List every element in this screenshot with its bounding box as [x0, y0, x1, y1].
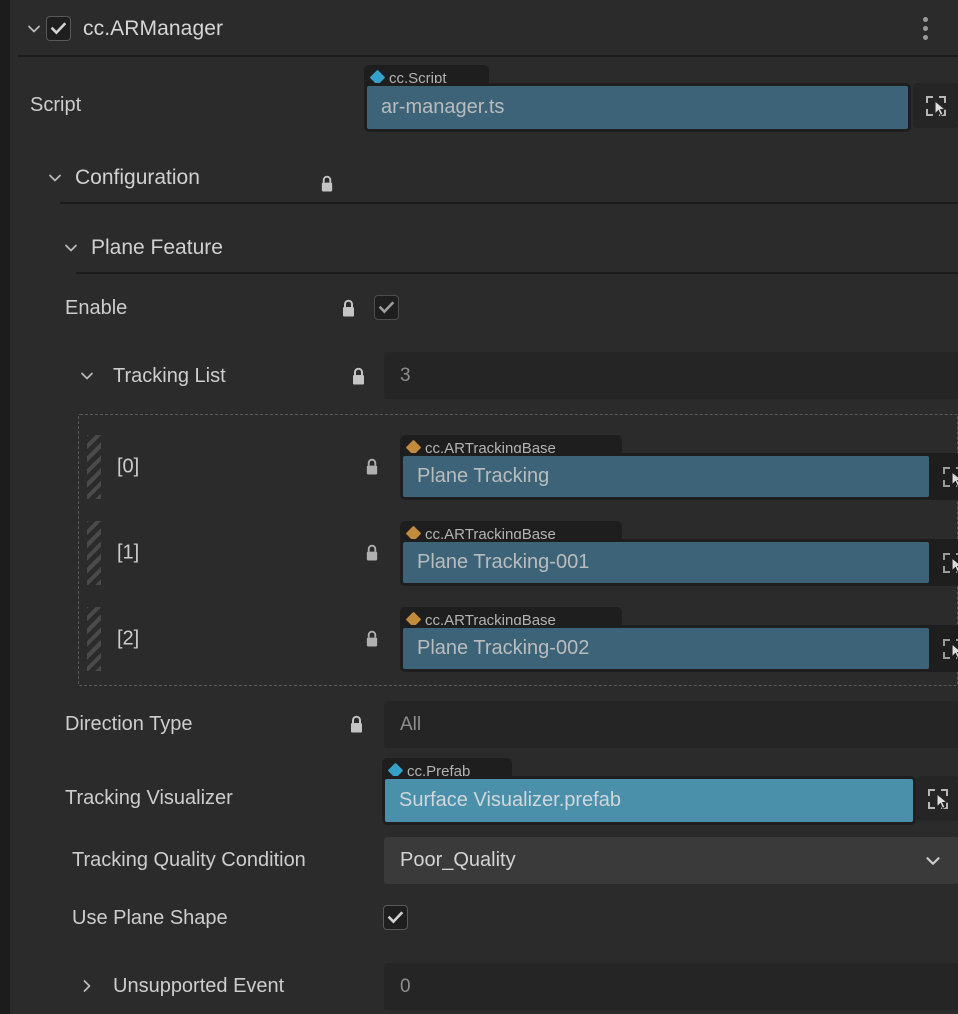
tracking-list-row: Tracking List 3 [10, 350, 958, 402]
tracking-item-picker-button[interactable] [929, 542, 958, 583]
check-icon [387, 911, 404, 924]
tracking-item-object-field[interactable]: cc.ARTrackingBase Plane Tracking-001 [400, 521, 958, 586]
script-row: Script cc.Script ar-manager.ts [10, 65, 958, 192]
inspector-panel: cc.ARManager Script cc.Script ar-manager… [0, 0, 958, 1014]
tracking-quality-condition-value: Poor_Quality [400, 849, 516, 871]
lock-icon [353, 367, 364, 385]
unsupported-event-label: Unsupported Event [113, 974, 285, 997]
chevron-right-icon [83, 980, 91, 992]
component-title: cc.ARManager [83, 16, 224, 40]
tracking-item-field-body[interactable]: Plane Tracking-002 [400, 625, 958, 672]
component-header: cc.ARManager [10, 0, 958, 57]
enable-label: Enable [65, 296, 128, 319]
unsupported-event-count-input[interactable]: 0 [384, 963, 958, 1010]
tracking-visualizer-label: Tracking Visualizer [65, 786, 233, 809]
array-index-label: [2] [117, 627, 140, 650]
unsupported-event-row: Unsupported Event 0 [10, 960, 958, 1012]
enable-row: Enable [10, 282, 958, 334]
object-picker-icon [927, 788, 948, 809]
chevron-down-icon [926, 856, 940, 865]
chevron-down-icon [65, 244, 77, 252]
direction-type-row: Direction Type All [10, 698, 958, 750]
direction-type-input[interactable]: All [384, 701, 958, 748]
tracking-list-item: [0] cc.ARTrackingBase Plane Tracking [79, 423, 958, 511]
check-icon [50, 22, 67, 35]
tracking-visualizer-picker-button[interactable] [916, 776, 958, 821]
tracking-item-object-field[interactable]: cc.ARTrackingBase Plane Tracking [400, 435, 958, 500]
unsupported-event-foldout-toggle[interactable] [78, 977, 96, 995]
array-index-label: [0] [117, 455, 140, 478]
array-index-label: [1] [117, 541, 140, 564]
plane-feature-section-header[interactable]: Plane Feature [62, 222, 958, 274]
tracking-item-object-field[interactable]: cc.ARTrackingBase Plane Tracking-002 [400, 607, 958, 672]
tracking-item-picker-button[interactable] [929, 456, 958, 497]
direction-type-value: All [400, 713, 422, 735]
chevron-down-icon [81, 372, 93, 380]
tracking-quality-condition-row: Tracking Quality Condition Poor_Quality [10, 834, 958, 886]
tracking-item-field-body[interactable]: Plane Tracking-001 [400, 539, 958, 586]
object-picker-icon [943, 466, 958, 487]
tracking-item-value[interactable]: Plane Tracking-002 [403, 628, 929, 669]
tracking-visualizer-field-body[interactable]: Surface Visualizer.prefab [382, 776, 916, 825]
tracking-item-picker-button[interactable] [929, 628, 958, 669]
check-icon [378, 301, 395, 314]
script-field-body[interactable]: ar-manager.ts [364, 83, 911, 132]
tracking-visualizer-row: Tracking Visualizer cc.Prefab Surface Vi… [10, 758, 958, 825]
lock-icon [366, 458, 378, 475]
use-plane-shape-label: Use Plane Shape [72, 906, 228, 929]
script-picker-button[interactable] [913, 83, 958, 128]
tracking-item-value[interactable]: Plane Tracking-001 [403, 542, 929, 583]
tracking-list-count-value: 3 [400, 364, 411, 386]
configuration-section-header[interactable]: Configuration [46, 152, 958, 204]
object-picker-icon [943, 552, 958, 573]
tracking-list-array-container: [0] cc.ARTrackingBase Plane Tracking [1]… [78, 414, 958, 686]
use-plane-shape-checkbox[interactable] [383, 905, 408, 930]
chevron-down-icon [49, 174, 61, 182]
tracking-item-field-body[interactable]: Plane Tracking [400, 453, 958, 500]
drag-handle[interactable] [87, 521, 101, 585]
section-divider [60, 202, 958, 204]
script-value[interactable]: ar-manager.ts [367, 86, 908, 129]
drag-handle[interactable] [87, 607, 101, 671]
tracking-quality-condition-select[interactable]: Poor_Quality [384, 837, 958, 884]
configuration-label: Configuration [75, 166, 200, 189]
tracking-item-value[interactable]: Plane Tracking [403, 456, 929, 497]
object-picker-icon [943, 638, 958, 659]
drag-handle[interactable] [87, 435, 101, 499]
tracking-quality-condition-label: Tracking Quality Condition [72, 848, 306, 871]
script-label: Script [30, 93, 82, 116]
lock-icon [343, 299, 354, 317]
tracking-list-item: [1] cc.ARTrackingBase Plane Tracking-001 [79, 509, 958, 597]
enable-checkbox[interactable] [374, 295, 399, 320]
tracking-list-count-input[interactable]: 3 [384, 352, 958, 399]
use-plane-shape-row: Use Plane Shape [10, 892, 958, 944]
plane-feature-label: Plane Feature [91, 236, 223, 259]
script-object-field[interactable]: cc.Script ar-manager.ts [364, 65, 911, 132]
tracking-list-foldout-toggle[interactable] [78, 367, 96, 385]
tracking-visualizer-object-field[interactable]: cc.Prefab Surface Visualizer.prefab [382, 758, 916, 825]
lock-icon [366, 630, 378, 647]
tracking-list-item: [2] cc.ARTrackingBase Plane Tracking-002 [79, 595, 958, 683]
direction-type-label: Direction Type [65, 712, 193, 735]
section-divider [76, 272, 958, 274]
lock-icon [351, 715, 362, 733]
chevron-down-icon [28, 25, 40, 32]
tracking-visualizer-value[interactable]: Surface Visualizer.prefab [385, 779, 913, 822]
lock-icon [366, 544, 378, 561]
component-enabled-checkbox[interactable] [46, 16, 71, 41]
component-foldout-toggle[interactable] [22, 17, 46, 41]
object-picker-icon [926, 95, 947, 116]
kebab-menu-icon[interactable] [914, 15, 936, 43]
unsupported-event-count-value: 0 [400, 975, 411, 997]
tracking-list-label: Tracking List [113, 364, 226, 387]
